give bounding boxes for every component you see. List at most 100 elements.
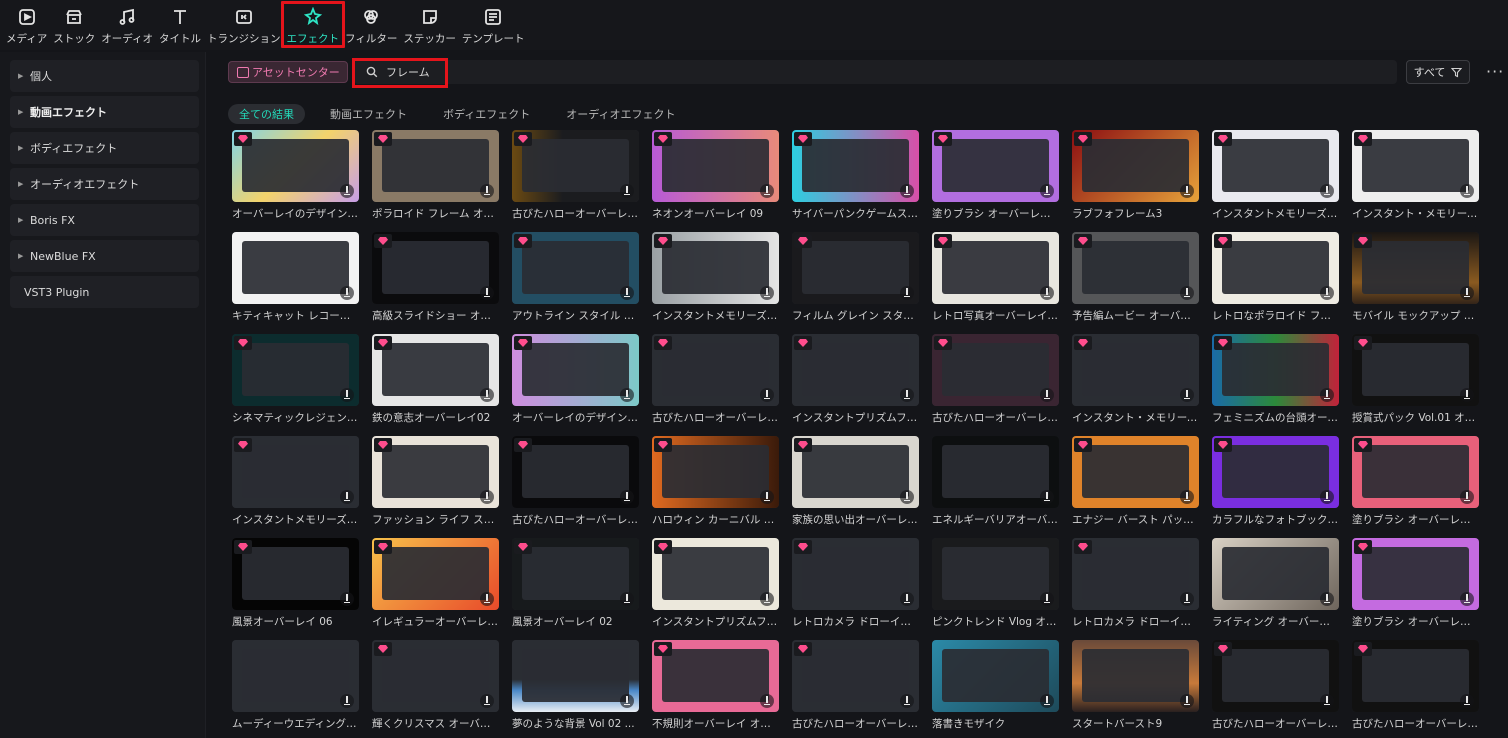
toolbar-tab-4[interactable]: トランジション (207, 0, 281, 48)
effect-card[interactable]: エネルギーバリアオーバーレ... (932, 436, 1059, 538)
effect-card[interactable]: ハロウィン カーニバル Vlo... (652, 436, 779, 538)
download-icon[interactable] (1460, 694, 1474, 708)
search-box[interactable] (354, 60, 1397, 84)
download-icon[interactable] (760, 490, 774, 504)
download-icon[interactable] (620, 184, 634, 198)
result-tab-0[interactable]: 全ての結果 (228, 104, 305, 124)
effect-card[interactable]: レトロなポラロイド フレーム... (1212, 232, 1339, 334)
effect-card[interactable]: 夢のような背景 Vol 02 ... (512, 640, 639, 738)
effect-card[interactable]: 塗りブラシ オーバーレイ オ... (1352, 538, 1479, 640)
download-icon[interactable] (1040, 184, 1054, 198)
download-icon[interactable] (1180, 286, 1194, 300)
toolbar-tab-5[interactable]: エフェクト (280, 0, 346, 48)
effect-card[interactable]: ピンクトレンド Vlog オーバ... (932, 538, 1059, 640)
effect-card[interactable]: 不規則オーバーレイ オー... (652, 640, 779, 738)
toolbar-tab-8[interactable]: テンプレート (462, 0, 525, 48)
sidebar-item-1[interactable]: ▶ 動画エフェクト (10, 96, 199, 128)
effect-card[interactable]: フィルム グレイン スタイル ... (792, 232, 919, 334)
download-icon[interactable] (1320, 184, 1334, 198)
download-icon[interactable] (340, 694, 354, 708)
effect-thumbnail[interactable] (372, 130, 499, 202)
effect-thumbnail[interactable] (792, 640, 919, 712)
download-icon[interactable] (480, 184, 494, 198)
effect-thumbnail[interactable] (1212, 232, 1339, 304)
effect-thumbnail[interactable] (652, 640, 779, 712)
download-icon[interactable] (900, 286, 914, 300)
download-icon[interactable] (900, 694, 914, 708)
effect-thumbnail[interactable] (1212, 640, 1339, 712)
effect-thumbnail[interactable] (1072, 538, 1199, 610)
more-options-icon[interactable]: ··· (1486, 62, 1504, 81)
effect-thumbnail[interactable] (1352, 130, 1479, 202)
effect-card[interactable]: 古びたハローオーバーレイ 10 (1352, 640, 1479, 738)
effect-thumbnail[interactable] (1352, 334, 1479, 406)
effect-card[interactable]: 塗りブラシ オーバーレイ オ... (1352, 436, 1479, 538)
download-icon[interactable] (340, 184, 354, 198)
effect-thumbnail[interactable] (792, 538, 919, 610)
download-icon[interactable] (1040, 388, 1054, 402)
download-icon[interactable] (1180, 388, 1194, 402)
effect-thumbnail[interactable] (792, 334, 919, 406)
effect-card[interactable]: 高級スライドショー オーバ... (372, 232, 499, 334)
download-icon[interactable] (1320, 490, 1334, 504)
effect-thumbnail[interactable] (1212, 436, 1339, 508)
effect-thumbnail[interactable] (1072, 232, 1199, 304)
sidebar-item-2[interactable]: ▶ ボディエフェクト (10, 132, 199, 164)
search-input[interactable] (386, 65, 686, 79)
effect-card[interactable]: インスタントメモリーズフレ... (232, 436, 359, 538)
effect-card[interactable]: 予告編ムービー オーバーレ... (1072, 232, 1199, 334)
effect-card[interactable]: ネオンオーバーレイ 09 (652, 130, 779, 232)
effect-thumbnail[interactable] (792, 130, 919, 202)
result-tab-2[interactable]: ボディエフェクト (432, 104, 541, 124)
effect-card[interactable]: ポラロイド フレーム オーバ... (372, 130, 499, 232)
download-icon[interactable] (340, 592, 354, 606)
download-icon[interactable] (620, 490, 634, 504)
effect-card[interactable]: ライティング オーバーレイ ... (1212, 538, 1339, 640)
download-icon[interactable] (620, 694, 634, 708)
download-icon[interactable] (900, 592, 914, 606)
toolbar-tab-6[interactable]: フィルター (345, 0, 397, 48)
effect-thumbnail[interactable] (652, 436, 779, 508)
download-icon[interactable] (1460, 286, 1474, 300)
effect-thumbnail[interactable] (512, 130, 639, 202)
download-icon[interactable] (1320, 286, 1334, 300)
effect-thumbnail[interactable] (1212, 130, 1339, 202)
download-icon[interactable] (480, 490, 494, 504)
effect-card[interactable]: スタートバースト9 (1072, 640, 1199, 738)
effect-card[interactable]: インスタントメモリーズ フレ... (1212, 130, 1339, 232)
toolbar-tab-1[interactable]: ストック (53, 0, 95, 48)
download-icon[interactable] (1320, 388, 1334, 402)
download-icon[interactable] (1040, 592, 1054, 606)
effect-card[interactable]: 古びたハローオーバーレイ 04 (512, 130, 639, 232)
download-icon[interactable] (620, 286, 634, 300)
effect-card[interactable]: イレギュラーオーバーレイ O... (372, 538, 499, 640)
effect-card[interactable]: インスタントプリズムフレー... (792, 334, 919, 436)
effect-thumbnail[interactable] (1212, 538, 1339, 610)
toolbar-tab-3[interactable]: タイトル (159, 0, 201, 48)
effect-card[interactable]: サイバーパンクゲームスタ... (792, 130, 919, 232)
expand-arrow-icon[interactable]: ▶ (18, 180, 30, 188)
effect-card[interactable]: キティキャット レコード オー... (232, 232, 359, 334)
download-icon[interactable] (760, 286, 774, 300)
effect-thumbnail[interactable] (372, 640, 499, 712)
effect-thumbnail[interactable] (512, 538, 639, 610)
effect-thumbnail[interactable] (372, 436, 499, 508)
sidebar-item-4[interactable]: ▶ Boris FX (10, 204, 199, 236)
download-icon[interactable] (1040, 490, 1054, 504)
download-icon[interactable] (1460, 184, 1474, 198)
effect-thumbnail[interactable] (232, 130, 359, 202)
sidebar-item-5[interactable]: ▶ NewBlue FX (10, 240, 199, 272)
effect-card[interactable]: 輝くクリスマス オーバーレ... (372, 640, 499, 738)
download-icon[interactable] (1320, 592, 1334, 606)
effect-thumbnail[interactable] (792, 232, 919, 304)
effect-card[interactable]: アウトライン スタイル パッ... (512, 232, 639, 334)
toolbar-tab-2[interactable]: オーディオ (101, 0, 153, 48)
effect-thumbnail[interactable] (1072, 334, 1199, 406)
filter-all-button[interactable]: すべて (1406, 60, 1470, 84)
download-icon[interactable] (480, 286, 494, 300)
download-icon[interactable] (1180, 592, 1194, 606)
effect-thumbnail[interactable] (1352, 436, 1479, 508)
expand-arrow-icon[interactable]: ▶ (18, 252, 30, 260)
download-icon[interactable] (1460, 592, 1474, 606)
effect-card[interactable]: インスタントプリズムフレー... (652, 538, 779, 640)
